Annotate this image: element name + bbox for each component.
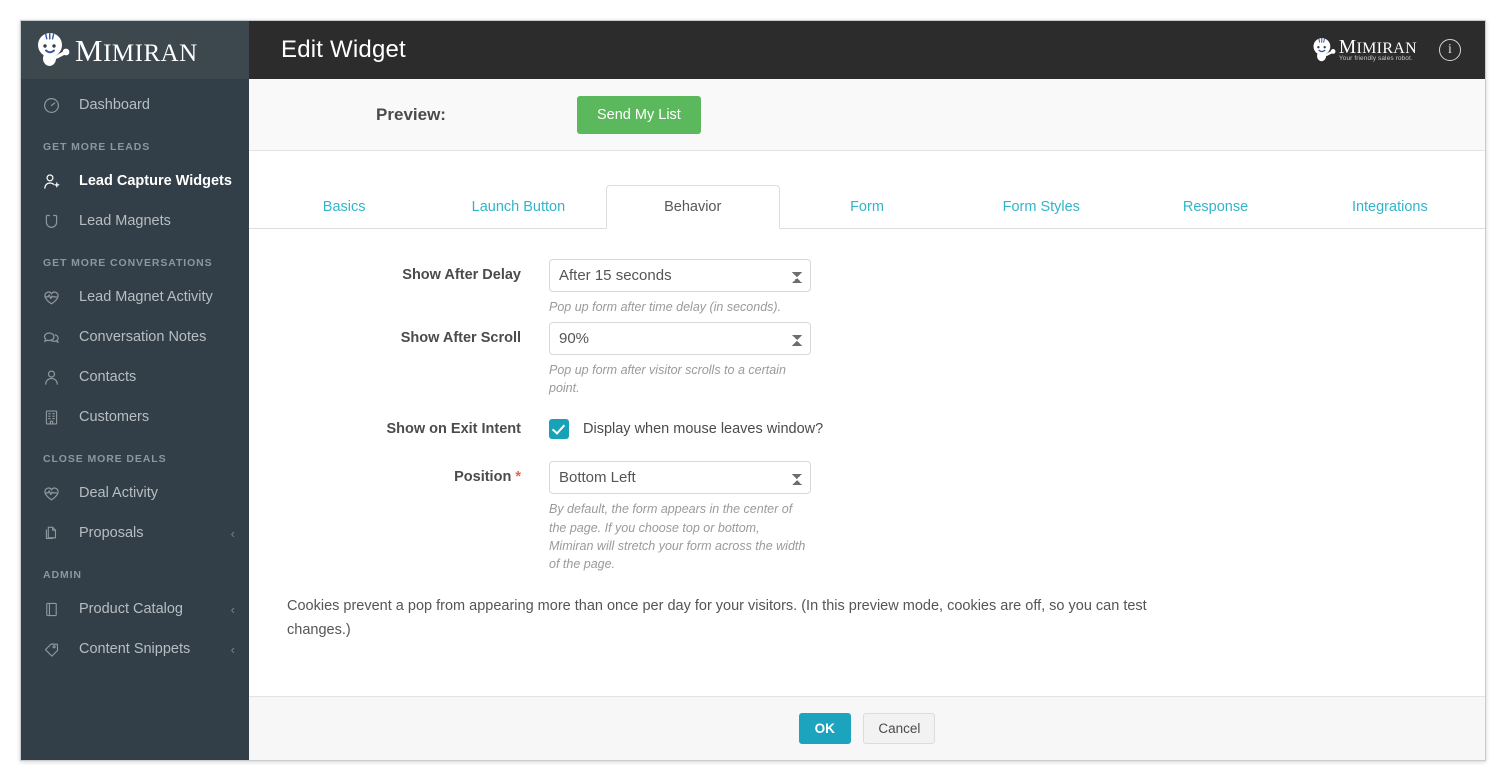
sidebar-group-label-deals: CLOSE MORE DEALS	[43, 453, 167, 465]
tab-form[interactable]: Form	[780, 185, 954, 229]
sidebar-item-lead-capture-widgets[interactable]: Lead Capture Widgets	[21, 161, 249, 201]
position-label-text: Position	[454, 469, 512, 486]
brand-cap: M	[75, 32, 104, 68]
user-icon	[43, 369, 62, 386]
ok-button[interactable]: OK	[798, 713, 851, 744]
tab-integrations[interactable]: Integrations	[1303, 185, 1477, 229]
show-after-scroll-control: Never10%25%50%75%90%100% Pop up form aft…	[549, 322, 811, 397]
position-label: Position *	[249, 461, 549, 485]
comments-icon	[43, 329, 62, 346]
tab-form-styles[interactable]: Form Styles	[954, 185, 1128, 229]
files-icon	[43, 525, 62, 542]
robot-mascot-icon	[1310, 36, 1338, 64]
brand-rest: IMIRAN	[103, 39, 198, 67]
tab-bar: Basics Launch Button Behavior Form Form …	[249, 185, 1485, 229]
header-brand-tagline: Your friendly sales robot.	[1338, 55, 1413, 62]
preview-bar: Preview: Send My List	[249, 79, 1485, 151]
sidebar-item-lead-magnet-activity[interactable]: Lead Magnet Activity	[21, 277, 249, 317]
sidebar-item-label: Product Catalog	[79, 601, 183, 617]
header-brand-rest: IMIRAN	[1356, 39, 1417, 57]
cancel-button[interactable]: Cancel	[863, 713, 936, 744]
tab-basics[interactable]: Basics	[257, 185, 431, 229]
position-required-marker: *	[515, 469, 521, 486]
app-window: MIMIRAN Dashboard GET MORE LEADS Lead Ca…	[20, 20, 1486, 761]
tab-launch-button[interactable]: Launch Button	[431, 185, 605, 229]
tabs-container: Basics Launch Button Behavior Form Form …	[249, 151, 1485, 229]
show-after-delay-label: Show After Delay	[402, 267, 521, 283]
sidebar-item-label: Deal Activity	[79, 485, 158, 501]
exit-intent-checkbox[interactable]	[549, 419, 569, 440]
exit-intent-checkbox-label: Display when mouse leaves window?	[583, 421, 824, 438]
magnet-icon	[43, 213, 62, 230]
field-show-after-scroll: Show After Scroll Never10%25%50%75%90%10…	[249, 322, 1485, 397]
sidebar-item-lead-magnets[interactable]: Lead Magnets	[21, 201, 249, 241]
show-after-delay-help: Pop up form after time delay (in seconds…	[549, 300, 782, 314]
user-plus-icon	[43, 173, 62, 190]
building-icon	[43, 409, 62, 426]
sidebar-item-content-snippets[interactable]: Content Snippets ‹	[21, 629, 249, 669]
sidebar-group-label-admin: ADMIN	[43, 569, 82, 581]
sidebar-item-deal-activity[interactable]: Deal Activity	[21, 473, 249, 513]
show-after-scroll-help: Pop up form after visitor scrolls to a c…	[549, 363, 786, 396]
sidebar-item-product-catalog[interactable]: Product Catalog ‹	[21, 589, 249, 629]
show-on-exit-intent-control: Display when mouse leaves window?	[549, 413, 824, 440]
preview-label: Preview:	[376, 104, 446, 124]
chevron-left-icon[interactable]: ‹	[231, 643, 235, 656]
gauge-icon	[43, 97, 62, 114]
sidebar-item-label: Lead Magnet Activity	[79, 289, 213, 305]
header-brand-text: MIMIRAN Your friendly sales robot.	[1338, 37, 1417, 63]
tab-response[interactable]: Response	[1128, 185, 1302, 229]
sidebar-item-label: Lead Capture Widgets	[79, 173, 232, 189]
chevron-left-icon[interactable]: ‹	[231, 527, 235, 540]
book-icon	[43, 601, 62, 618]
show-after-delay-select[interactable]: NeverImmediatelyAfter 5 secondsAfter 10 …	[549, 259, 811, 292]
info-circle-icon[interactable]: i	[1439, 39, 1461, 61]
field-position: Position * CenterTopBottomTop LeftTop Ri…	[249, 461, 1485, 573]
chevron-left-icon[interactable]: ‹	[231, 603, 235, 616]
sidebar-item-label: Lead Magnets	[79, 213, 171, 229]
show-on-exit-intent-label: Show on Exit Intent	[386, 421, 521, 438]
tab-behavior[interactable]: Behavior	[605, 185, 780, 229]
heartbeat-icon	[43, 289, 62, 306]
show-after-delay-control: NeverImmediatelyAfter 5 secondsAfter 10 …	[549, 259, 811, 316]
sidebar-item-customers[interactable]: Customers	[21, 397, 249, 437]
cookie-note: Cookies prevent a pop from appearing mor…	[287, 597, 1147, 638]
show-after-scroll-label: Show After Scroll	[400, 330, 521, 347]
brand-wordmark: MIMIRAN	[75, 35, 198, 66]
behavior-form: Show After Delay NeverImmediatelyAfter 5…	[249, 229, 1485, 696]
page-title: Edit Widget	[281, 36, 406, 63]
sidebar-item-contacts[interactable]: Contacts	[21, 357, 249, 397]
sidebar-item-label: Dashboard	[79, 97, 150, 113]
sidebar-item-conversation-notes[interactable]: Conversation Notes	[21, 317, 249, 357]
tag-icon	[43, 641, 62, 658]
sidebar-item-label: Proposals	[79, 525, 144, 541]
sidebar-item-label: Content Snippets	[79, 641, 191, 657]
sidebar-item-label: Conversation Notes	[79, 329, 207, 345]
sidebar-item-label: Contacts	[79, 369, 137, 385]
position-select[interactable]: CenterTopBottomTop LeftTop RightBottom L…	[549, 461, 811, 495]
top-bar-right: MIMIRAN Your friendly sales robot. i	[1310, 36, 1469, 64]
header-brand-logo: MIMIRAN Your friendly sales robot.	[1310, 36, 1417, 64]
sidebar-item-proposals[interactable]: Proposals ‹	[21, 513, 249, 553]
top-bar: Edit Widget MIMIRAN Your friendly sales …	[249, 21, 1485, 79]
sidebar-item-label: Customers	[79, 409, 150, 425]
sidebar-brand[interactable]: MIMIRAN	[21, 21, 249, 79]
heartbeat-icon	[43, 485, 62, 502]
form-footer: OK Cancel	[249, 696, 1485, 760]
sidebar-nav: Dashboard GET MORE LEADS Lead Capture Wi…	[21, 79, 249, 669]
field-show-after-delay: Show After Delay NeverImmediatelyAfter 5…	[249, 259, 1485, 316]
sidebar-group-label-leads: GET MORE LEADS	[43, 141, 151, 153]
field-show-on-exit-intent: Show on Exit Intent Display when mouse l…	[249, 413, 1485, 440]
sidebar-item-dashboard[interactable]: Dashboard	[21, 85, 249, 125]
exit-intent-checkbox-row: Display when mouse leaves window?	[549, 413, 824, 440]
sidebar-group-label-conversations: GET MORE CONVERSATIONS	[43, 257, 213, 269]
position-help: By default, the form appears in the cent…	[549, 502, 806, 571]
robot-mascot-icon	[33, 30, 73, 70]
send-my-list-button[interactable]: Send My List	[577, 95, 701, 134]
position-control: CenterTopBottomTop LeftTop RightBottom L…	[549, 461, 811, 573]
sidebar: MIMIRAN Dashboard GET MORE LEADS Lead Ca…	[21, 21, 249, 760]
main-content: Edit Widget MIMIRAN Your friendly sales …	[249, 21, 1485, 760]
show-after-scroll-select[interactable]: Never10%25%50%75%90%100%	[549, 322, 811, 356]
